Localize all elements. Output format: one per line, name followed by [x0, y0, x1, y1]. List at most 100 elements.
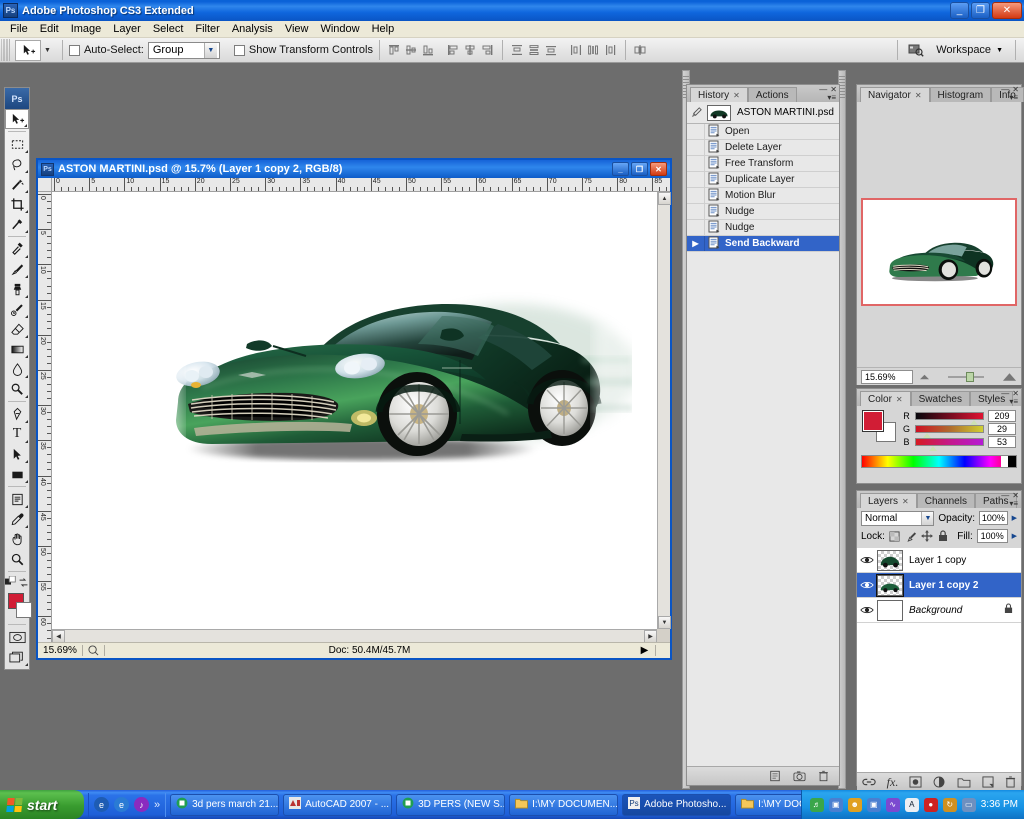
toolbox-header[interactable]: Ps: [5, 88, 29, 109]
notes-tool[interactable]: [5, 489, 29, 509]
delete-state-icon[interactable]: [818, 770, 829, 782]
antivirus-icon[interactable]: A: [904, 797, 919, 812]
taskbar-button-4[interactable]: I:\MY DOCUMEN...: [509, 793, 619, 816]
hand-tool[interactable]: [5, 529, 29, 549]
lasso-tool[interactable]: [5, 154, 29, 174]
history-snapshot-row[interactable]: ASTON MARTINI.psd: [687, 102, 839, 124]
color-panel-swatches[interactable]: [862, 410, 896, 442]
opacity-stepper-icon[interactable]: ▶: [1012, 514, 1017, 522]
align-horizontal-centers-icon[interactable]: [462, 42, 479, 59]
fill-value[interactable]: 100%: [976, 529, 1008, 543]
audio-icon[interactable]: ∿: [885, 797, 900, 812]
layers-panel-menu-icon[interactable]: ▾≡: [1009, 499, 1018, 508]
distribute-bottom-edges-icon[interactable]: [543, 42, 560, 59]
canvas-vertical-scrollbar[interactable]: ▲ ▼: [657, 192, 671, 629]
media-player-icon[interactable]: ♪: [134, 797, 149, 812]
distribute-right-edges-icon[interactable]: [602, 42, 619, 59]
rectangle-tool[interactable]: [5, 464, 29, 484]
history-panel-menu-icon[interactable]: ▾≡: [827, 93, 836, 102]
tab-navigator[interactable]: Navigator ✕: [860, 87, 930, 102]
close-button[interactable]: ✕: [992, 2, 1022, 19]
distribute-left-edges-icon[interactable]: [568, 42, 585, 59]
crop-tool[interactable]: [5, 194, 29, 214]
horizontal-ruler[interactable]: 0 5 10 15 20 25 30 35 40 45 50 55 60 65 70 75 80 85: [52, 178, 670, 192]
taskbar-button-2[interactable]: AutoCAD 2007 - ...: [283, 793, 393, 816]
healing-brush-tool[interactable]: [5, 239, 29, 259]
taskbar-button-3[interactable]: 3D PERS (NEW S...: [396, 793, 506, 816]
bridge-button[interactable]: [902, 40, 930, 61]
internet-explorer-icon[interactable]: e: [94, 797, 109, 812]
network-icon[interactable]: ▣: [828, 797, 843, 812]
document-minimize-button[interactable]: _: [612, 162, 629, 176]
clock[interactable]: 3:36 PM: [981, 799, 1018, 810]
restore-button[interactable]: ❐: [971, 2, 990, 19]
align-top-edges-icon[interactable]: [386, 42, 403, 59]
messenger-icon[interactable]: ☻: [847, 797, 862, 812]
pen-tool[interactable]: [5, 404, 29, 424]
link-layers-icon[interactable]: [862, 777, 876, 787]
layer-visibility-toggle[interactable]: [857, 605, 877, 615]
color-spectrum-ramp[interactable]: [861, 455, 1017, 468]
layers-list-empty-area[interactable]: [857, 734, 1021, 772]
document-title-bar[interactable]: Ps ASTON MARTINI.psd @ 15.7% (Layer 1 co…: [38, 160, 670, 178]
channel-value-b[interactable]: 53: [988, 435, 1016, 448]
dodge-tool[interactable]: [5, 379, 29, 399]
history-state-source-toggle[interactable]: [687, 220, 705, 235]
blend-mode-select[interactable]: Normal ▼: [861, 510, 935, 526]
history-state-source-toggle[interactable]: [687, 188, 705, 203]
menu-image[interactable]: Image: [65, 22, 108, 36]
auto-select-combo[interactable]: Group ▼: [147, 41, 220, 59]
distribute-horizontal-centers-icon[interactable]: [585, 42, 602, 59]
rectangular-marquee-tool[interactable]: [5, 134, 29, 154]
clone-stamp-tool[interactable]: [5, 279, 29, 299]
minimize-icon[interactable]: —: [1001, 491, 1009, 500]
layer-row-2[interactable]: Layer 1 copy 2: [857, 573, 1021, 598]
screen-mode-icon[interactable]: [5, 647, 29, 667]
quick-mask-icon[interactable]: [5, 627, 29, 647]
layer-style-fx-icon[interactable]: fx.: [887, 775, 899, 790]
distribute-vertical-centers-icon[interactable]: [526, 42, 543, 59]
horizontal-type-tool[interactable]: T: [5, 424, 29, 444]
opacity-value[interactable]: 100%: [979, 511, 1008, 525]
ruler-corner[interactable]: [38, 178, 52, 192]
history-state-row[interactable]: Delete Layer: [687, 140, 839, 156]
color-panel-menu-icon[interactable]: ▾≡: [1009, 397, 1018, 406]
fill-stepper-icon[interactable]: ▶: [1012, 532, 1017, 540]
move-tool-icon[interactable]: [15, 39, 41, 61]
menu-layer[interactable]: Layer: [107, 22, 147, 36]
menu-view[interactable]: View: [279, 22, 315, 36]
color-panel-foreground-swatch[interactable]: [862, 410, 884, 432]
history-brush-tool[interactable]: [5, 299, 29, 319]
tab-actions[interactable]: Actions: [747, 87, 797, 102]
navigator-view-box[interactable]: [861, 198, 1017, 306]
zoom-in-icon[interactable]: [1002, 372, 1017, 382]
lock-transparent-pixels-icon[interactable]: [889, 530, 901, 543]
slider-knob[interactable]: [966, 371, 974, 382]
workspace-button[interactable]: Workspace ▼: [930, 40, 1009, 61]
align-bottom-edges-icon[interactable]: [420, 42, 437, 59]
chevron-double-right-icon[interactable]: »: [154, 799, 160, 811]
taskbar-button-5[interactable]: Ps Adobe Photosho...: [622, 793, 732, 816]
layer-visibility-toggle[interactable]: [857, 555, 877, 565]
history-state-source-toggle[interactable]: [687, 204, 705, 219]
options-bar-grip[interactable]: [1, 39, 10, 61]
background-color-swatch[interactable]: [16, 602, 32, 618]
distribute-top-edges-icon[interactable]: [509, 42, 526, 59]
chevron-down-icon[interactable]: ▼: [203, 42, 217, 58]
path-selection-tool[interactable]: [5, 444, 29, 464]
menu-analysis[interactable]: Analysis: [226, 22, 279, 36]
history-state-row[interactable]: Motion Blur: [687, 188, 839, 204]
layers-list[interactable]: Layer 1 copy Layer 1 copy 2 Background: [857, 548, 1021, 734]
delete-layer-icon[interactable]: [1005, 776, 1016, 788]
history-state-row[interactable]: Nudge: [687, 220, 839, 236]
channel-value-r[interactable]: 209: [988, 409, 1016, 422]
lock-image-pixels-icon[interactable]: [905, 530, 917, 543]
history-state-row[interactable]: Nudge: [687, 204, 839, 220]
history-state-source-toggle[interactable]: [687, 156, 705, 171]
new-snapshot-icon[interactable]: [793, 770, 806, 782]
add-layer-mask-icon[interactable]: [909, 776, 922, 788]
navigator-zoom-slider[interactable]: [936, 370, 996, 384]
record-icon[interactable]: ●: [923, 797, 938, 812]
blur-tool[interactable]: [5, 359, 29, 379]
layer-name[interactable]: Background: [909, 605, 962, 616]
